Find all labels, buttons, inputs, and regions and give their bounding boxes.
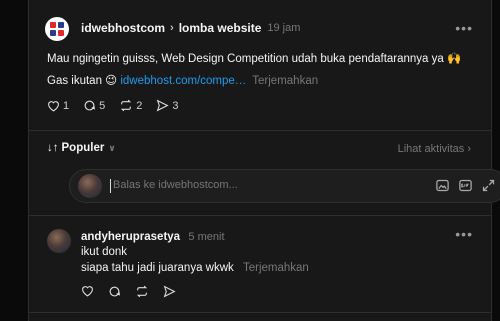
comment-text: ikut donk bbox=[81, 246, 128, 258]
post-text-prefix: Gas ikutan 😉 bbox=[47, 75, 121, 87]
share-button[interactable]: 3 bbox=[156, 99, 179, 112]
post-link[interactable]: idwebhost.com/compe… bbox=[120, 75, 246, 87]
post-text: Mau ngingetin guisss, Web Design Competi… bbox=[47, 53, 462, 65]
view-activity-link[interactable]: Lihat aktivitas › bbox=[398, 143, 471, 155]
text-cursor bbox=[110, 179, 111, 193]
post-header: idwebhostcom › lomba website 19 jam bbox=[81, 21, 300, 35]
comment-button[interactable]: 5 bbox=[83, 99, 105, 112]
user-avatar bbox=[78, 174, 102, 198]
community-name[interactable]: lomba website bbox=[179, 21, 262, 35]
send-icon bbox=[157, 99, 169, 112]
like-count: 1 bbox=[63, 99, 70, 112]
comment-text-line2: siapa tahu jadi juaranya wkwk Terjemahka… bbox=[81, 262, 309, 274]
send-icon[interactable] bbox=[163, 285, 176, 298]
post-time: 19 jam bbox=[267, 22, 301, 34]
activity-label: Lihat aktivitas bbox=[397, 143, 465, 155]
sort-label: Populer bbox=[61, 142, 105, 154]
like-button[interactable]: 1 bbox=[47, 100, 69, 112]
post-username[interactable]: idwebhostcom bbox=[81, 21, 165, 35]
thread-card: idwebhostcom › lomba website 19 jam ••• … bbox=[28, 0, 500, 321]
more-options-icon[interactable]: ••• bbox=[455, 20, 473, 36]
heart-icon bbox=[48, 100, 59, 112]
comment-time: 5 menit bbox=[188, 231, 225, 243]
reply-box[interactable] bbox=[69, 169, 500, 203]
comment-icon[interactable] bbox=[108, 285, 121, 298]
idwebhost-avatar[interactable] bbox=[45, 17, 69, 41]
image-icon[interactable] bbox=[435, 178, 450, 193]
comment-count: 5 bbox=[99, 99, 106, 112]
divider bbox=[29, 130, 491, 131]
gif-icon[interactable] bbox=[458, 178, 473, 193]
chevron-right-icon: › bbox=[467, 143, 471, 155]
translate-link[interactable]: Terjemahkan bbox=[252, 75, 318, 87]
reply-tools bbox=[427, 178, 496, 193]
comment-header: andyheruprasetya 5 menit bbox=[81, 229, 225, 243]
comment-username[interactable]: andyheruprasetya bbox=[81, 231, 180, 243]
repost-button[interactable]: 2 bbox=[119, 99, 142, 112]
heart-icon[interactable] bbox=[81, 285, 94, 298]
repost-count: 2 bbox=[136, 99, 143, 112]
post-text-line2: Gas ikutan 😉 idwebhost.com/compe… Terjema… bbox=[47, 73, 318, 87]
sort-dropdown[interactable]: ↓↑ Populer ∨ bbox=[47, 142, 116, 154]
comment-icon bbox=[84, 100, 96, 111]
chevron-down-icon: ∨ bbox=[108, 142, 116, 153]
sort-icon: ↓↑ bbox=[47, 142, 59, 154]
repost-icon[interactable] bbox=[135, 285, 149, 298]
commenter-avatar[interactable] bbox=[47, 229, 71, 253]
reply-input[interactable] bbox=[113, 179, 373, 191]
chevron-right-icon: › bbox=[170, 22, 174, 34]
comment-actions bbox=[81, 285, 190, 298]
expand-icon[interactable] bbox=[481, 178, 496, 193]
divider bbox=[29, 215, 491, 216]
repost-icon bbox=[121, 99, 132, 112]
share-count: 3 bbox=[172, 99, 179, 112]
divider bbox=[29, 312, 491, 313]
more-options-icon[interactable]: ••• bbox=[455, 226, 473, 242]
translate-link[interactable]: Terjemahkan bbox=[243, 262, 309, 274]
comment-text-2: siapa tahu jadi juaranya wkwk bbox=[81, 262, 234, 274]
post-actions: 1 5 2 3 bbox=[47, 99, 193, 112]
